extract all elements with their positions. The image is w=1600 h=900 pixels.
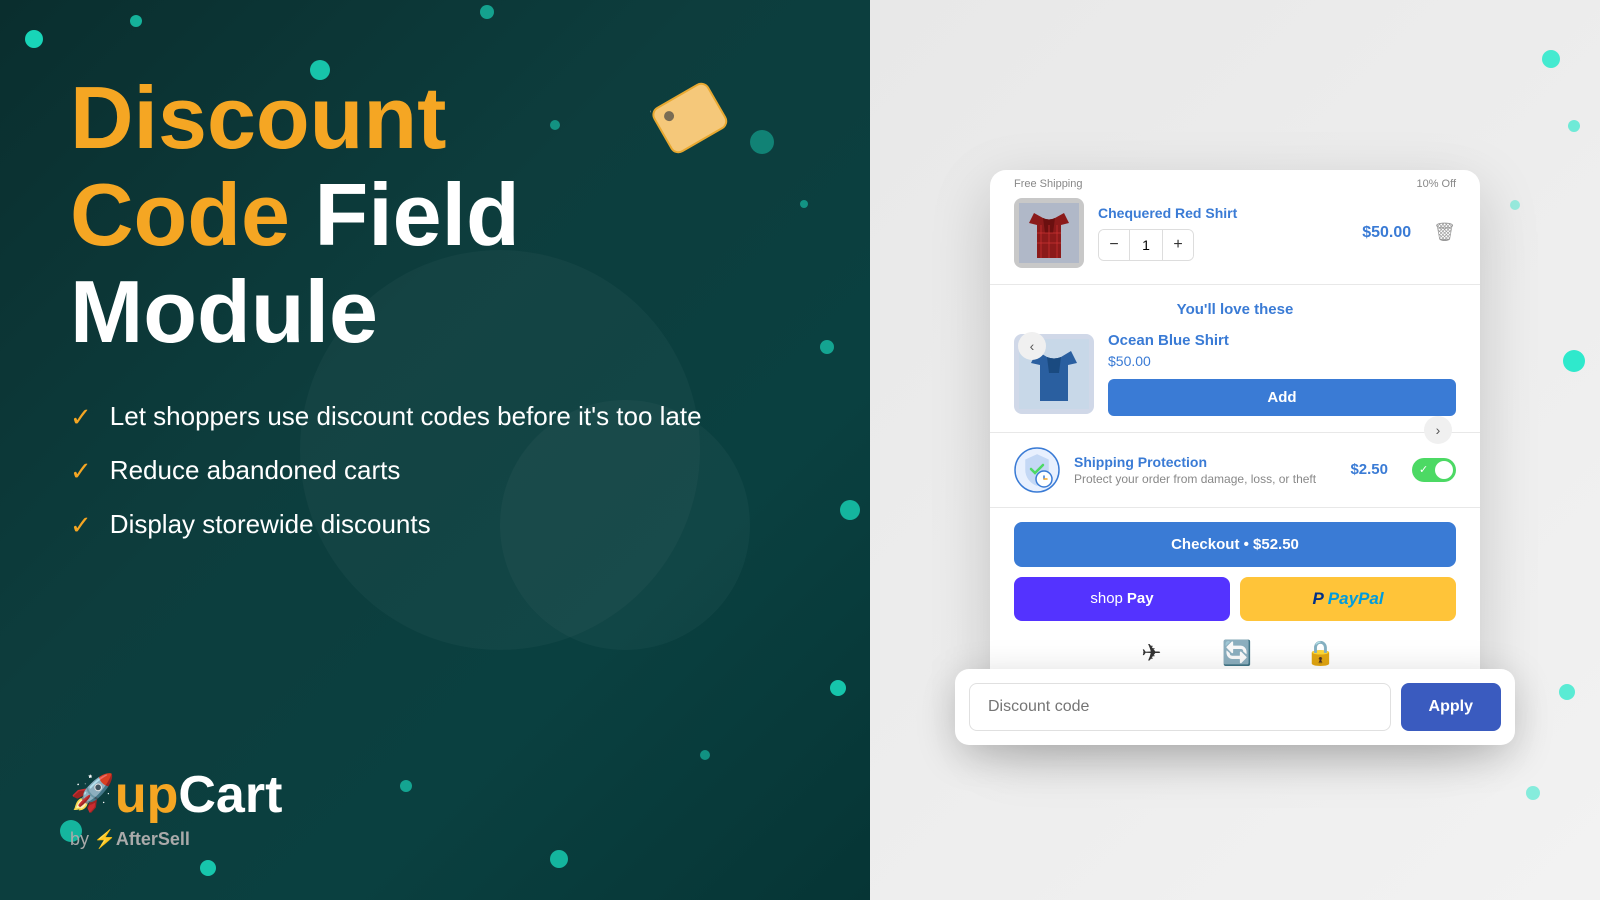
discount-code-input[interactable] — [969, 683, 1391, 731]
decorative-dot — [25, 30, 43, 48]
logo-up: up — [115, 765, 179, 825]
checkmark-icon: ✓ — [70, 402, 92, 433]
refresh-icon: 🔄 — [1222, 639, 1252, 668]
bg-circle — [500, 400, 750, 650]
decorative-dot — [130, 15, 142, 27]
discount-card: Apply — [955, 669, 1515, 745]
protection-subtitle: Protect your order from damage, loss, or… — [1074, 472, 1336, 486]
headline-field: Field — [290, 165, 520, 264]
payment-row: shop Pay P PayPal — [1014, 577, 1456, 621]
logo-area: 🚀 up Cart by ⚡AfterSell — [70, 765, 282, 850]
decorative-dot — [1526, 786, 1540, 800]
paypal-p-icon: P — [1312, 589, 1323, 609]
quantity-controls[interactable]: − 1 + — [1098, 229, 1194, 261]
decorative-dot — [480, 5, 494, 19]
shipping-protection-section: Shipping Protection Protect your order f… — [990, 433, 1480, 508]
upsell-title: You'll love these — [1014, 301, 1456, 318]
product-row: Chequered Red Shirt − 1 + $50.00 🗑 — [1014, 198, 1456, 268]
protection-info: Shipping Protection Protect your order f… — [1074, 454, 1336, 486]
decorative-dot — [1568, 120, 1580, 132]
paypal-button[interactable]: P PayPal — [1240, 577, 1456, 621]
decorative-dot — [820, 340, 834, 354]
toggle-check-icon: ✓ — [1419, 463, 1428, 476]
cart-widget: Free Shipping 10% Off — [990, 170, 1480, 731]
apply-discount-button[interactable]: Apply — [1401, 683, 1501, 731]
right-panel: Free Shipping 10% Off — [870, 0, 1600, 900]
decorative-dot — [1542, 50, 1560, 68]
headline-code: Code — [70, 165, 290, 264]
decorative-dot — [1559, 684, 1575, 700]
airplane-icon: ✈ — [1141, 639, 1161, 668]
shoppay-button[interactable]: shop Pay — [1014, 577, 1230, 621]
upsell-product: Ocean Blue Shirt $50.00 Add — [1014, 332, 1456, 416]
free-shipping-label: Free Shipping — [1014, 178, 1083, 190]
left-panel: Discount Code Field Module ✓ Let shopper… — [0, 0, 870, 900]
logo-byline: by ⚡AfterSell — [70, 829, 282, 850]
decorative-dot — [1563, 350, 1585, 372]
upsell-product-price: $50.00 — [1108, 353, 1456, 369]
carousel-prev-button[interactable]: ‹ — [1018, 332, 1046, 360]
decorative-dot — [750, 130, 774, 154]
logo: 🚀 up Cart — [70, 765, 282, 825]
decorative-dot — [840, 500, 860, 520]
decorative-dot — [1510, 200, 1520, 210]
logo-aftersell: ⚡AfterSell — [93, 829, 189, 849]
paypal-label: PayPal — [1328, 589, 1384, 609]
checkmark-icon: ✓ — [70, 456, 92, 487]
shield-icon — [1014, 447, 1060, 493]
product-name: Chequered Red Shirt — [1098, 205, 1348, 221]
decorative-dot — [310, 60, 330, 80]
protection-price: $2.50 — [1350, 461, 1388, 478]
checkout-button[interactable]: Checkout • $52.50 — [1014, 522, 1456, 567]
shirt-thumbnail — [1014, 198, 1084, 268]
carousel-next-button[interactable]: › — [1424, 416, 1452, 444]
logo-cart: Cart — [178, 765, 282, 825]
lock-icon: 🔒 — [1306, 639, 1336, 668]
product-price: $50.00 — [1362, 224, 1411, 242]
quantity-decrease-button[interactable]: − — [1099, 230, 1129, 260]
shoppay-shop-text: shop — [1090, 590, 1123, 607]
checkmark-icon: ✓ — [70, 510, 92, 541]
tag-icon — [650, 75, 740, 155]
product-info: Chequered Red Shirt − 1 + — [1098, 205, 1348, 261]
quantity-value: 1 — [1129, 230, 1163, 260]
upsell-product-name: Ocean Blue Shirt — [1108, 332, 1456, 349]
cart-header: Free Shipping 10% Off — [1014, 170, 1456, 198]
decorative-dot — [550, 120, 560, 130]
rocket-icon: 🚀 — [70, 772, 115, 814]
percent-off-label: 10% Off — [1416, 178, 1456, 190]
decorative-dot — [400, 780, 412, 792]
upsell-section: You'll love these ‹ Ocean Blue Shirt — [990, 285, 1480, 433]
delete-icon[interactable]: 🗑 — [1433, 222, 1456, 243]
decorative-dot — [550, 850, 568, 868]
shoppay-pay-text: Pay — [1127, 590, 1154, 607]
cart-top: Free Shipping 10% Off — [990, 170, 1480, 285]
decorative-dot — [700, 750, 710, 760]
protection-toggle[interactable]: ✓ — [1412, 458, 1456, 482]
upsell-info: Ocean Blue Shirt $50.00 Add — [1108, 332, 1456, 416]
upsell-add-button[interactable]: Add — [1108, 379, 1456, 416]
upsell-wrapper: ‹ Ocean Blue Shirt $50.00 Add — [1014, 332, 1456, 416]
logo-by: by — [70, 829, 89, 849]
decorative-dot — [200, 860, 216, 876]
protection-title: Shipping Protection — [1074, 454, 1336, 470]
decorative-dot — [830, 680, 846, 696]
product-image — [1014, 198, 1084, 268]
quantity-increase-button[interactable]: + — [1163, 230, 1193, 260]
decorative-dot — [800, 200, 808, 208]
